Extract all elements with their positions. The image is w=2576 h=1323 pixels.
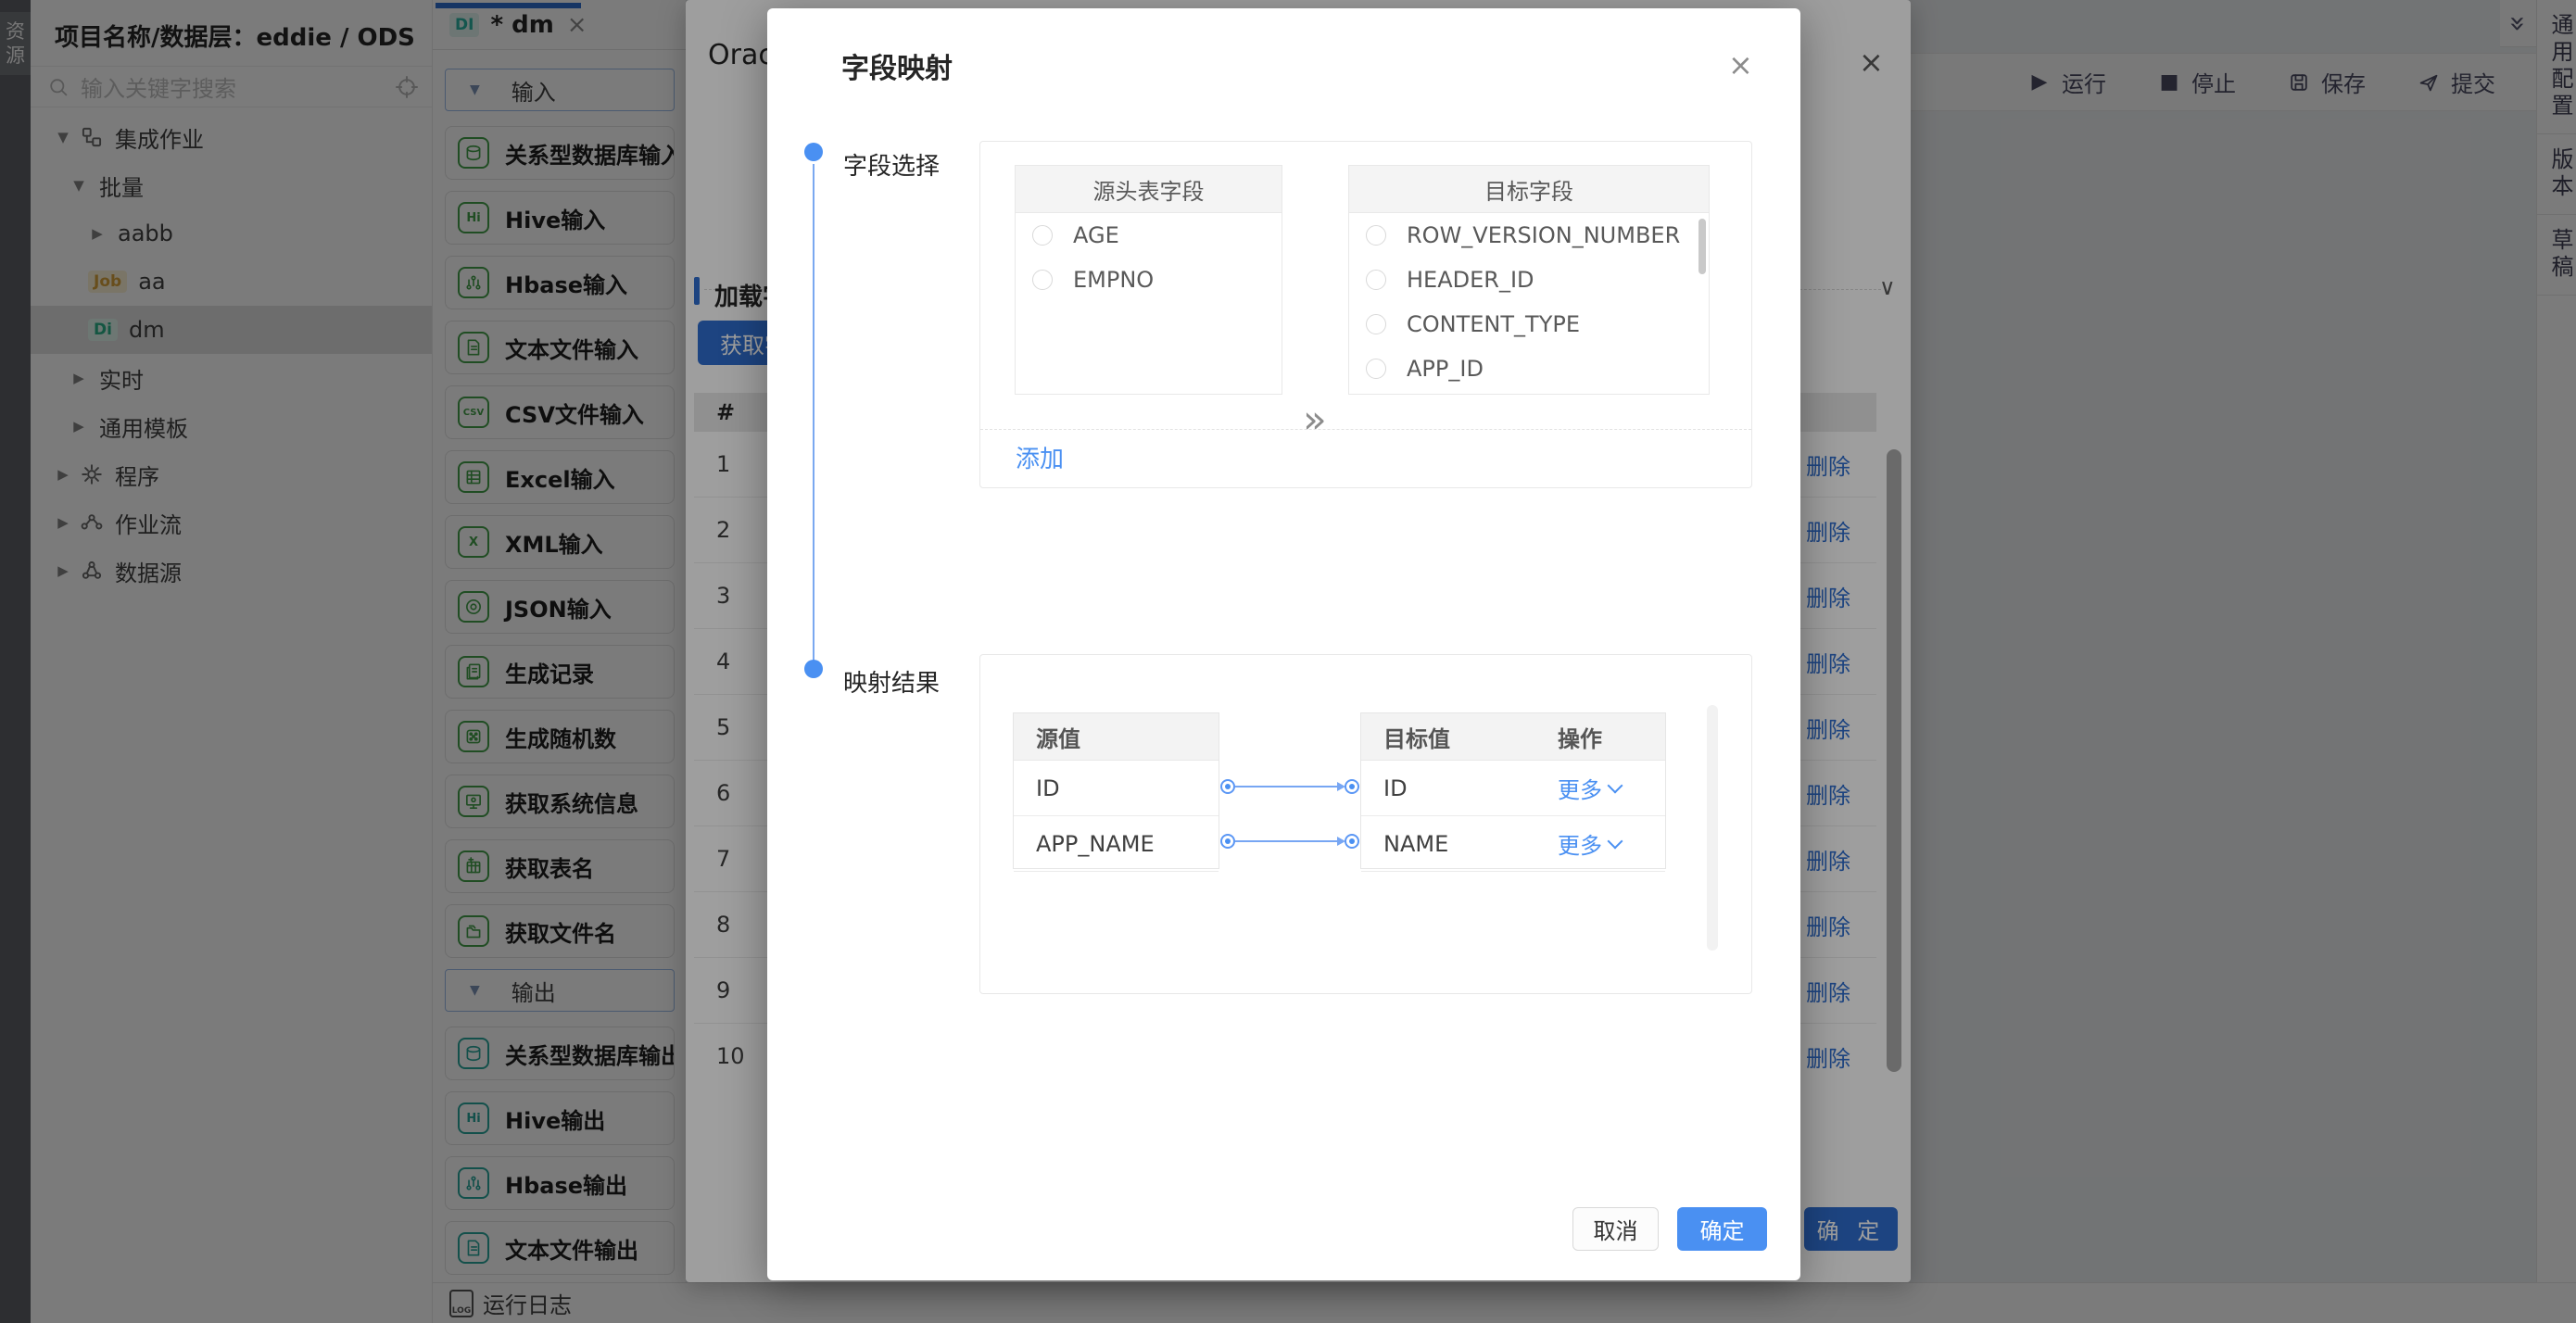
target-field-label: CONTENT_TYPE (1407, 311, 1580, 337)
mapping-source-cell: ID (1014, 761, 1219, 816)
mapping-source-table: 源值 IDAPP_NAME (1013, 712, 1219, 869)
radio-icon[interactable] (1032, 270, 1053, 290)
more-dropdown[interactable]: 更多 (1558, 772, 1665, 804)
connector-dot-icon (1220, 779, 1235, 794)
app-root: ▶ 运行 ■ 停止 保存 提交 » 通用配置版本草稿 资源 项目名称/数据层：e… (0, 0, 2576, 1323)
connector-dot-icon (1220, 834, 1235, 849)
target-field-option[interactable]: CONTENT_TYPE (1349, 302, 1709, 346)
mapping-target-row: ID更多 (1361, 761, 1665, 816)
action-header: 操作 (1558, 721, 1665, 753)
target-list-header: 目标字段 (1349, 166, 1709, 213)
card-divider (980, 429, 1751, 430)
confirm-button[interactable]: 确定 (1677, 1207, 1767, 1251)
chevron-down-icon (1608, 778, 1623, 794)
step-connector-line (813, 164, 814, 662)
target-field-label: ROW_VERSION_NUMBER (1407, 222, 1680, 248)
modal-close-icon[interactable]: × (1728, 47, 1753, 82)
source-field-option[interactable]: AGE (1016, 213, 1282, 258)
mapping-connector (1220, 759, 1359, 813)
more-label: 更多 (1558, 772, 1602, 804)
source-field-label: AGE (1073, 222, 1119, 248)
mapping-source-cell: APP_NAME (1014, 816, 1219, 872)
move-all-icon[interactable]: » (1303, 397, 1327, 442)
target-field-list: 目标字段 ROW_VERSION_NUMBER HEADER_ID CONTENT_… (1348, 165, 1710, 395)
step1-label: 字段选择 (843, 147, 940, 182)
mapping-scrollbar-track[interactable] (1707, 705, 1718, 951)
field-mapping-modal: 字段映射 × 字段选择 映射结果 源头表字段 AGE EMPNO » 目标字段 R… (767, 8, 1800, 1280)
more-label: 更多 (1558, 827, 1602, 860)
connector-line (1235, 786, 1337, 788)
source-list-header: 源头表字段 (1016, 166, 1282, 213)
step2-label: 映射结果 (843, 664, 940, 699)
radio-icon[interactable] (1032, 225, 1053, 246)
target-field-label: APP_ID (1407, 356, 1484, 382)
target-field-label: HEADER_ID (1407, 267, 1534, 293)
connector-line (1235, 840, 1337, 842)
mapping-target-cell: NAME (1361, 831, 1558, 857)
mapping-target-table: 目标值 操作 ID更多NAME更多 (1360, 712, 1666, 869)
target-field-option[interactable]: APP_ID (1349, 346, 1709, 391)
step1-dot (804, 143, 823, 161)
radio-icon[interactable] (1366, 314, 1386, 334)
mapping-target-row: NAME更多 (1361, 816, 1665, 872)
target-field-option[interactable]: HEADER_ID (1349, 258, 1709, 302)
source-field-label: EMPNO (1073, 267, 1154, 293)
field-select-card: 源头表字段 AGE EMPNO » 目标字段 ROW_VERSION_NUMBER… (979, 141, 1752, 488)
step2-dot (804, 660, 823, 678)
mapping-target-cell: ID (1361, 775, 1558, 801)
target-list-scrollbar[interactable] (1698, 219, 1706, 274)
radio-icon[interactable] (1366, 270, 1386, 290)
chevron-down-icon (1608, 834, 1623, 850)
source-value-header: 源值 (1014, 713, 1219, 761)
mapping-connector (1220, 813, 1359, 868)
connector-dot-icon (1345, 779, 1359, 794)
more-dropdown[interactable]: 更多 (1558, 827, 1665, 860)
target-value-header: 目标值 (1361, 721, 1558, 753)
target-field-option[interactable]: ROW_VERSION_NUMBER (1349, 213, 1709, 258)
radio-icon[interactable] (1366, 359, 1386, 379)
cancel-button[interactable]: 取消 (1572, 1207, 1659, 1251)
add-link[interactable]: 添加 (1016, 440, 1064, 474)
source-field-list: 源头表字段 AGE EMPNO (1015, 165, 1282, 395)
connector-dot-icon (1345, 834, 1359, 849)
radio-icon[interactable] (1366, 225, 1386, 246)
mapping-connectors (1220, 759, 1359, 868)
source-field-option[interactable]: EMPNO (1016, 258, 1282, 302)
mapping-result-card: 源值 IDAPP_NAME 目标值 操作 ID更多NAME更多 (979, 654, 1752, 994)
modal-title: 字段映射 (841, 45, 953, 86)
mapping-right-header: 目标值 操作 (1361, 713, 1665, 761)
